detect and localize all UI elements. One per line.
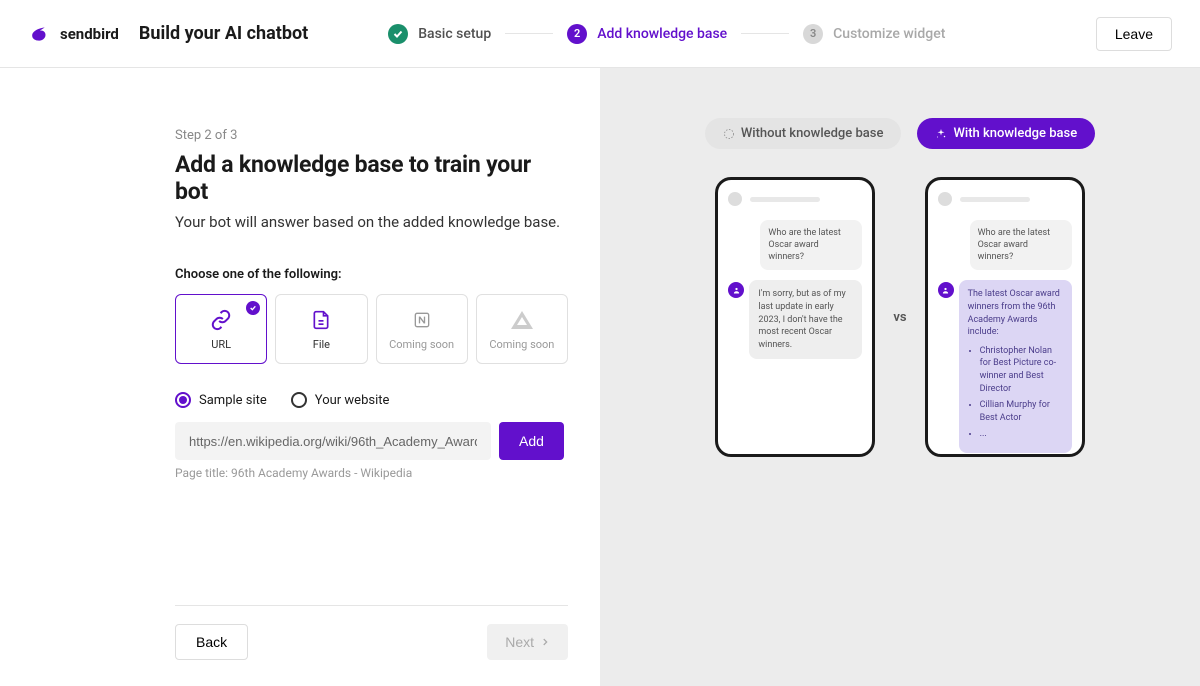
step-divider bbox=[741, 33, 789, 34]
preview-phone-without: Who are the latest Oscar award winners? … bbox=[715, 177, 875, 457]
source-label: File bbox=[313, 338, 330, 351]
preview-phone-with: Who are the latest Oscar award winners? … bbox=[925, 177, 1085, 457]
bot-message-row: I'm sorry, but as of my last update in e… bbox=[728, 280, 862, 359]
link-icon bbox=[209, 308, 233, 332]
radio-icon bbox=[175, 392, 191, 408]
vs-label: vs bbox=[893, 310, 906, 325]
wizard-footer: Back Next bbox=[175, 605, 568, 660]
add-button[interactable]: Add bbox=[499, 422, 564, 460]
choose-label: Choose one of the following: bbox=[175, 267, 568, 282]
selected-check-icon bbox=[246, 301, 260, 315]
phone-header bbox=[728, 192, 862, 206]
title-placeholder bbox=[960, 197, 1030, 202]
radio-label: Sample site bbox=[199, 393, 267, 408]
site-type-radio-group: Sample site Your website bbox=[175, 392, 568, 408]
step-customize-widget: 3 Customize widget bbox=[803, 24, 945, 44]
list-item: Christopher Nolan for Best Picture co-wi… bbox=[980, 345, 1063, 395]
progress-steps: Basic setup 2 Add knowledge base 3 Custo… bbox=[388, 24, 1096, 44]
step-basic-setup: Basic setup bbox=[388, 24, 491, 44]
loading-icon bbox=[723, 128, 735, 140]
sparkle-icon bbox=[935, 128, 947, 140]
radio-your-website[interactable]: Your website bbox=[291, 392, 390, 408]
radio-label: Your website bbox=[315, 393, 390, 408]
source-card-file[interactable]: File bbox=[275, 294, 367, 364]
radio-sample-site[interactable]: Sample site bbox=[175, 392, 267, 408]
notion-icon bbox=[410, 308, 434, 332]
title-placeholder bbox=[750, 197, 820, 202]
page-title: Build your AI chatbot bbox=[139, 23, 308, 44]
pill-without-kb: Without knowledge base bbox=[705, 118, 902, 149]
bot-message: I'm sorry, but as of my last update in e… bbox=[749, 280, 862, 359]
bot-message: The latest Oscar award winners from the … bbox=[959, 280, 1072, 453]
brand: sendbird Build your AI chatbot bbox=[28, 23, 308, 44]
preview-comparison: Who are the latest Oscar award winners? … bbox=[715, 177, 1084, 457]
main-content: Step 2 of 3 Add a knowledge base to trai… bbox=[0, 68, 1200, 686]
avatar-placeholder bbox=[728, 192, 742, 206]
step-number-icon: 3 bbox=[803, 24, 823, 44]
chevron-right-icon bbox=[540, 637, 550, 647]
step-add-knowledge-base: 2 Add knowledge base bbox=[567, 24, 727, 44]
source-label: Coming soon bbox=[489, 338, 554, 351]
bot-avatar-icon bbox=[728, 282, 744, 298]
source-card-url[interactable]: URL bbox=[175, 294, 267, 364]
list-item: ... bbox=[980, 428, 1063, 441]
comparison-pills: Without knowledge base With knowledge ba… bbox=[705, 118, 1095, 149]
step-number-icon: 2 bbox=[567, 24, 587, 44]
url-input-row: Add bbox=[175, 422, 568, 460]
step-divider bbox=[505, 33, 553, 34]
user-message: Who are the latest Oscar award winners? bbox=[970, 220, 1072, 270]
preview-pane: Without knowledge base With knowledge ba… bbox=[600, 68, 1200, 686]
source-card-notion[interactable]: Coming soon bbox=[376, 294, 468, 364]
page-title-hint: Page title: 96th Academy Awards - Wikipe… bbox=[175, 466, 568, 480]
brand-name: sendbird bbox=[60, 25, 119, 43]
step-indicator: Step 2 of 3 bbox=[175, 128, 568, 143]
check-icon bbox=[388, 24, 408, 44]
form-pane: Step 2 of 3 Add a knowledge base to trai… bbox=[0, 68, 600, 686]
avatar-placeholder bbox=[938, 192, 952, 206]
phone-header bbox=[938, 192, 1072, 206]
bot-message-row: The latest Oscar award winners from the … bbox=[938, 280, 1072, 453]
page-subheading: Your bot will answer based on the added … bbox=[175, 213, 568, 231]
leave-button[interactable]: Leave bbox=[1096, 17, 1172, 51]
radio-icon bbox=[291, 392, 307, 408]
page-heading: Add a knowledge base to train your bot bbox=[175, 151, 568, 205]
back-button[interactable]: Back bbox=[175, 624, 248, 660]
pill-with-kb: With knowledge base bbox=[917, 118, 1095, 149]
source-card-drive[interactable]: Coming soon bbox=[476, 294, 568, 364]
source-label: Coming soon bbox=[389, 338, 454, 351]
app-header: sendbird Build your AI chatbot Basic set… bbox=[0, 0, 1200, 68]
url-input[interactable] bbox=[175, 422, 491, 460]
source-type-selector: URL File Coming soon Coming soon bbox=[175, 294, 568, 364]
user-message: Who are the latest Oscar award winners? bbox=[760, 220, 862, 270]
sendbird-logo-icon bbox=[28, 24, 48, 44]
next-button[interactable]: Next bbox=[487, 624, 568, 660]
google-drive-icon bbox=[510, 308, 534, 332]
bot-answer-list: Christopher Nolan for Best Picture co-wi… bbox=[968, 345, 1063, 441]
bot-avatar-icon bbox=[938, 282, 954, 298]
file-icon bbox=[309, 308, 333, 332]
list-item: Cillian Murphy for Best Actor bbox=[980, 399, 1063, 424]
source-label: URL bbox=[211, 338, 231, 351]
